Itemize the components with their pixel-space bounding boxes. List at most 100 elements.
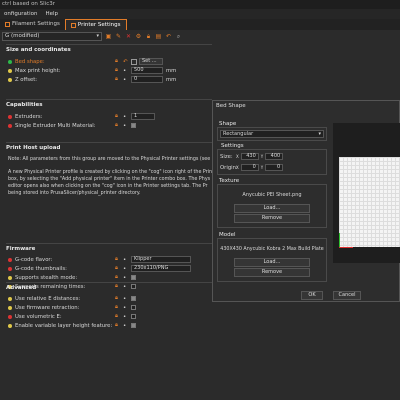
search-icon[interactable]: ⌕ [175, 33, 182, 40]
delete-icon[interactable]: ✕ [125, 33, 132, 40]
stealth-checkbox[interactable] [131, 275, 136, 280]
undo-icon[interactable]: ↶ [165, 33, 172, 40]
bullet-icon: • [123, 322, 127, 329]
firmware-group: Firmware G-code flavor: 🔒︎ • Klipper G-c… [6, 243, 212, 290]
bed-shape-row: Bed shape: 🔒︎ ↶ Set ... [6, 57, 212, 66]
extruders-row: Extruders: 🔒︎ • 1 [6, 112, 212, 121]
set-button[interactable]: Set ... [139, 58, 163, 65]
bullet-icon: • [123, 256, 127, 263]
cog-icon[interactable]: ⚙ [135, 33, 142, 40]
preset-toolbar: G (modified) ▣ ✎ ✕ ⚙ 🔒︎ ▤ ↶ ⌕ [0, 30, 210, 42]
filament-icon [5, 22, 10, 27]
bullet-icon: • [123, 295, 127, 302]
save-icon[interactable]: ▣ [105, 33, 112, 40]
texture-remove-button[interactable]: Remove [234, 214, 310, 223]
cancel-button[interactable]: Cancel [333, 291, 361, 300]
origin-label: Origin: [220, 164, 238, 171]
lock-icon[interactable]: 🔒︎ [115, 304, 123, 311]
status-dot [8, 123, 12, 128]
y-axis-marker [339, 233, 340, 247]
volumetric-checkbox[interactable] [131, 314, 136, 319]
rename-icon[interactable]: ✎ [115, 33, 122, 40]
status-dot [8, 77, 12, 82]
bed-grid [339, 157, 400, 247]
ok-button[interactable]: OK [301, 291, 323, 300]
compare-icon[interactable]: ▤ [155, 33, 162, 40]
tab-filament-settings[interactable]: Filament Settings [0, 19, 65, 30]
lock-icon[interactable]: 🔒︎ [115, 274, 123, 281]
single-extruder-label: Single Extruder Multi Material: [15, 122, 96, 129]
status-dot [8, 59, 12, 64]
stealth-row: Supports stealth mode: 🔒︎ • [6, 273, 212, 282]
z-offset-label: Z offset: [15, 76, 38, 83]
variable-layer-label: Enable variable layer height feature: [15, 322, 113, 329]
model-load-button[interactable]: Load... [234, 258, 310, 267]
tab-bar: Filament Settings Printer Settings [0, 19, 400, 30]
shape-select-value: Rectangular [223, 131, 254, 137]
texture-box: Anycubic PEI Sheet.png Load... Remove [217, 184, 327, 228]
capabilities-group: Capabilities Extruders: 🔒︎ • 1 Single Ex… [6, 99, 212, 137]
tab-label: Filament Settings [12, 21, 60, 27]
printer-preset-select[interactable]: G (modified) [2, 31, 102, 41]
bed-preview: (0,0) [333, 123, 400, 263]
extruders-input[interactable]: 1 [131, 113, 155, 120]
menu-configuration[interactable]: onfiguration [0, 9, 41, 19]
model-file-label: 430X430 Anycubic Kobra 2 Max Build Plate [220, 247, 324, 252]
origin-x-input[interactable]: 0 [240, 164, 259, 171]
menu-help[interactable]: Help [41, 9, 62, 19]
lock-icon[interactable]: 🔒︎ [115, 122, 123, 129]
bullet-icon: • [123, 265, 127, 272]
volumetric-row: Use volumetric E: 🔒︎ • [6, 312, 212, 321]
thumbnails-input[interactable]: 230x110/PNG [131, 265, 191, 272]
max-height-input[interactable]: 500 [131, 67, 163, 74]
shape-select[interactable]: Rectangular ▾ [220, 130, 324, 138]
variable-layer-checkbox[interactable] [131, 323, 136, 328]
paragraph-line: A new Physical Printer profile is create… [8, 170, 212, 175]
lock-icon[interactable]: 🔒︎ [115, 113, 123, 120]
relative-e-checkbox[interactable] [131, 296, 136, 301]
max-height-row: Max print height: 🔒︎ • 500 mm [6, 66, 212, 75]
relative-e-row: Use relative E distances: 🔒︎ • [6, 294, 212, 303]
shape-box: Rectangular ▾ [217, 127, 327, 141]
paragraph-line: editor opens also when clicking on the "… [8, 184, 208, 189]
bullet-icon: • [123, 67, 127, 74]
lock-icon[interactable]: 🔒︎ [115, 295, 123, 302]
single-extruder-checkbox[interactable] [131, 123, 136, 128]
lock-icon[interactable]: 🔒︎ [145, 33, 152, 40]
texture-load-button[interactable]: Load... [234, 204, 310, 213]
x-prefix: X [236, 165, 239, 170]
model-remove-button[interactable]: Remove [234, 268, 310, 277]
lock-icon[interactable]: 🔒︎ [115, 58, 123, 65]
group-title: Size and coordinates [6, 47, 71, 53]
size-coordinates-group: Size and coordinates Bed shape: 🔒︎ ↶ Set… [6, 44, 212, 94]
gcode-flavor-label: G-code flavor: [15, 256, 53, 263]
bullet-icon: • [123, 113, 127, 120]
lock-icon[interactable]: 🔒︎ [115, 67, 123, 74]
lock-icon[interactable]: 🔒︎ [115, 76, 123, 83]
lock-icon[interactable]: 🔒︎ [115, 322, 123, 329]
bed-shape-label: Bed shape: [15, 58, 45, 65]
lock-icon[interactable]: 🔒︎ [115, 313, 123, 320]
fw-retraction-checkbox[interactable] [131, 305, 136, 310]
tab-printer-settings[interactable]: Printer Settings [64, 19, 127, 30]
group-title: Print Host upload [6, 145, 61, 151]
size-row: Size: X 430 Y 400 [220, 152, 284, 161]
gcode-flavor-select[interactable]: Klipper [131, 256, 191, 263]
volumetric-label: Use volumetric E: [15, 313, 62, 320]
size-y-input[interactable]: 400 [265, 153, 284, 160]
z-offset-row: Z offset: 🔒︎ • 0 mm [6, 75, 212, 84]
status-dot [8, 314, 12, 319]
bullet-icon: • [123, 274, 127, 281]
extruders-label: Extruders: [15, 113, 43, 120]
x-prefix: X [236, 154, 239, 159]
origin-y-input[interactable]: 0 [265, 164, 284, 171]
lock-icon[interactable]: 🔒︎ [115, 265, 123, 272]
bed-icon [131, 58, 137, 65]
bullet-icon: • [123, 304, 127, 311]
fw-retraction-label: Use firmware retraction: [15, 304, 80, 311]
z-offset-input[interactable]: 0 [131, 76, 163, 83]
size-x-input[interactable]: 430 [240, 153, 259, 160]
lock-icon[interactable]: 🔒︎ [115, 256, 123, 263]
undo-icon[interactable]: ↶ [123, 59, 131, 65]
paragraph-line: being stored into PrusaSlicer/physical_p… [8, 191, 141, 196]
